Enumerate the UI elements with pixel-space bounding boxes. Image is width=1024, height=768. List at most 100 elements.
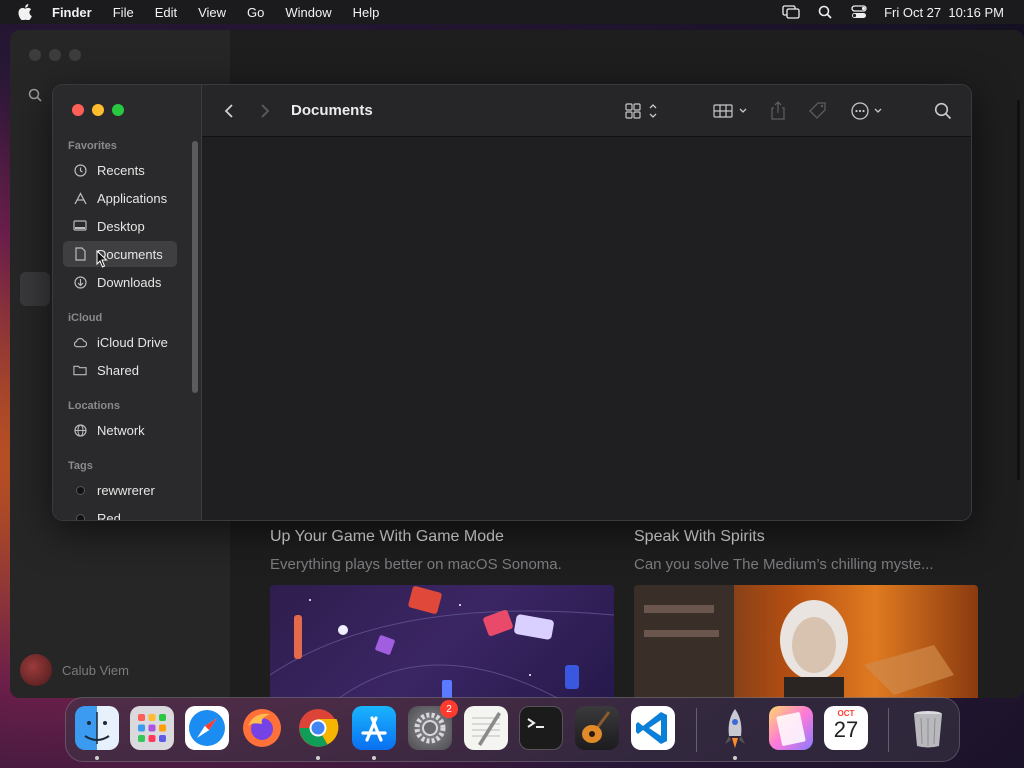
- forward-icon[interactable]: [260, 99, 270, 123]
- finder-toolbar: Documents: [202, 85, 971, 137]
- clock-icon: [73, 163, 87, 177]
- calendar-day: 27: [833, 717, 859, 742]
- dock-app-vscode[interactable]: [631, 706, 675, 750]
- menu-go[interactable]: Go: [247, 5, 264, 20]
- sidebar-item-tag-rewwrerer[interactable]: rewwrerer: [63, 477, 177, 503]
- dock-app-safari[interactable]: [185, 706, 229, 750]
- running-indicator: [733, 756, 737, 760]
- dock-app-firefox[interactable]: [240, 706, 284, 750]
- game-mode-card[interactable]: Up Your Game With Game Mode Everything p…: [270, 528, 614, 698]
- document-icon: [73, 247, 87, 261]
- dock-app-trash[interactable]: [906, 706, 950, 750]
- dock-app-calendar[interactable]: OCT 27: [824, 706, 868, 750]
- running-indicator: [95, 756, 99, 760]
- sidebar-item-label: Desktop: [97, 218, 145, 234]
- icon-view-icon[interactable]: [625, 99, 659, 123]
- chrome-icon: [299, 709, 339, 747]
- tag-dot-icon: [73, 483, 87, 497]
- sidebar-item-network[interactable]: Network: [63, 417, 177, 443]
- menu-finder[interactable]: Finder: [52, 5, 92, 20]
- control-center-icon[interactable]: [850, 4, 868, 20]
- group-icon[interactable]: [713, 99, 749, 123]
- sidebar-item-desktop[interactable]: Desktop: [63, 213, 177, 239]
- app-store-icon: [361, 716, 387, 742]
- menu-bar: Finder File Edit View Go Window Help Fri…: [0, 0, 1024, 24]
- zoom-button[interactable]: [112, 104, 124, 116]
- textedit-pen-icon: [472, 712, 501, 746]
- menu-view[interactable]: View: [198, 5, 226, 20]
- dock-app-garageband[interactable]: [575, 706, 619, 750]
- download-icon: [73, 275, 87, 289]
- sidebar-item-label: rewwrerer: [97, 482, 155, 498]
- tag-icon[interactable]: [808, 99, 828, 123]
- section-icloud: iCloud: [68, 312, 103, 324]
- minimize-button[interactable]: [92, 104, 104, 116]
- close-button[interactable]: [72, 104, 84, 116]
- scrollbar[interactable]: [1017, 100, 1020, 480]
- menu-window[interactable]: Window: [285, 5, 331, 20]
- card-subtitle: Can you solve The Medium’s chilling myst…: [634, 556, 934, 573]
- game-mode-artwork: [270, 585, 614, 698]
- sidebar-item-downloads[interactable]: Downloads: [63, 269, 177, 295]
- menu-file[interactable]: File: [113, 5, 134, 20]
- running-indicator: [372, 756, 376, 760]
- sidebar-item-shared[interactable]: Shared: [63, 357, 177, 383]
- card-title: Speak With Spirits: [634, 528, 765, 545]
- vscode-icon: [636, 712, 667, 744]
- search-icon[interactable]: [28, 88, 42, 107]
- window-title: Documents: [291, 102, 373, 119]
- dock-app-rocket-typist[interactable]: [713, 706, 757, 750]
- sidebar-scrollbar[interactable]: [192, 141, 198, 393]
- terminal-prompt-icon: [527, 718, 544, 728]
- menu-help[interactable]: Help: [353, 5, 380, 20]
- selected-sidebar-item[interactable]: [20, 272, 50, 306]
- sidebar-item-label: Shared: [97, 362, 139, 378]
- globe-icon: [73, 423, 87, 437]
- dock: 2 OCT 27: [65, 697, 960, 762]
- apple-menu-icon[interactable]: [18, 3, 36, 21]
- sidebar-item-tag-red[interactable]: Red: [63, 505, 177, 520]
- back-icon[interactable]: [224, 99, 234, 123]
- sidebar-item-label: Downloads: [97, 274, 162, 290]
- speak-with-spirits-card[interactable]: Speak With Spirits Can you solve The Med…: [634, 528, 978, 698]
- sidebar-item-documents[interactable]: Documents: [63, 241, 177, 267]
- firefox-icon: [243, 709, 281, 747]
- sidebar-item-recents[interactable]: Recents: [63, 157, 177, 183]
- dock-separator: [888, 708, 889, 752]
- dock-app-terminal[interactable]: [519, 706, 563, 750]
- cloud-icon: [73, 335, 87, 349]
- applications-icon: [73, 191, 87, 205]
- dock-app-pages[interactable]: [769, 706, 813, 750]
- dock-app-chrome[interactable]: [296, 706, 340, 750]
- notification-badge: 2: [440, 700, 458, 718]
- dock-app-launchpad[interactable]: [130, 706, 174, 750]
- dock-app-system-settings[interactable]: 2: [408, 700, 458, 750]
- inactive-zoom-button[interactable]: [69, 49, 81, 61]
- dock-separator: [696, 708, 697, 752]
- menu-edit[interactable]: Edit: [155, 5, 177, 20]
- sidebar-item-applications[interactable]: Applications: [63, 185, 177, 211]
- sidebar-item-icloud-drive[interactable]: iCloud Drive: [63, 329, 177, 355]
- account-button[interactable]: Calub Viem: [20, 654, 129, 686]
- share-icon[interactable]: [770, 99, 786, 123]
- file-list-area[interactable]: [202, 138, 971, 520]
- screen-mirroring-icon[interactable]: [782, 4, 800, 20]
- card-subtitle: Everything plays better on macOS Sonoma.: [270, 556, 562, 573]
- spotlight-search-icon[interactable]: [816, 4, 834, 20]
- finder-face-icon: [84, 712, 110, 744]
- rocket-icon: [725, 709, 745, 748]
- sidebar-item-label: Recents: [97, 162, 145, 178]
- sidebar-item-label: Applications: [97, 190, 168, 206]
- inactive-close-button[interactable]: [29, 49, 41, 61]
- inactive-minimize-button[interactable]: [49, 49, 61, 61]
- section-locations: Locations: [68, 400, 120, 412]
- finder-sidebar: Favorites Recents Applications Desktop D…: [53, 85, 202, 520]
- dock-app-finder[interactable]: [75, 706, 119, 750]
- more-actions-icon[interactable]: [850, 99, 886, 123]
- dock-app-app-store[interactable]: [352, 706, 396, 750]
- trash-icon: [914, 711, 942, 748]
- finder-window[interactable]: Favorites Recents Applications Desktop D…: [52, 84, 972, 521]
- dock-app-textedit[interactable]: [464, 706, 508, 750]
- menubar-clock[interactable]: Fri Oct 27 10:16 PM: [884, 5, 1004, 20]
- search-icon[interactable]: [934, 99, 952, 123]
